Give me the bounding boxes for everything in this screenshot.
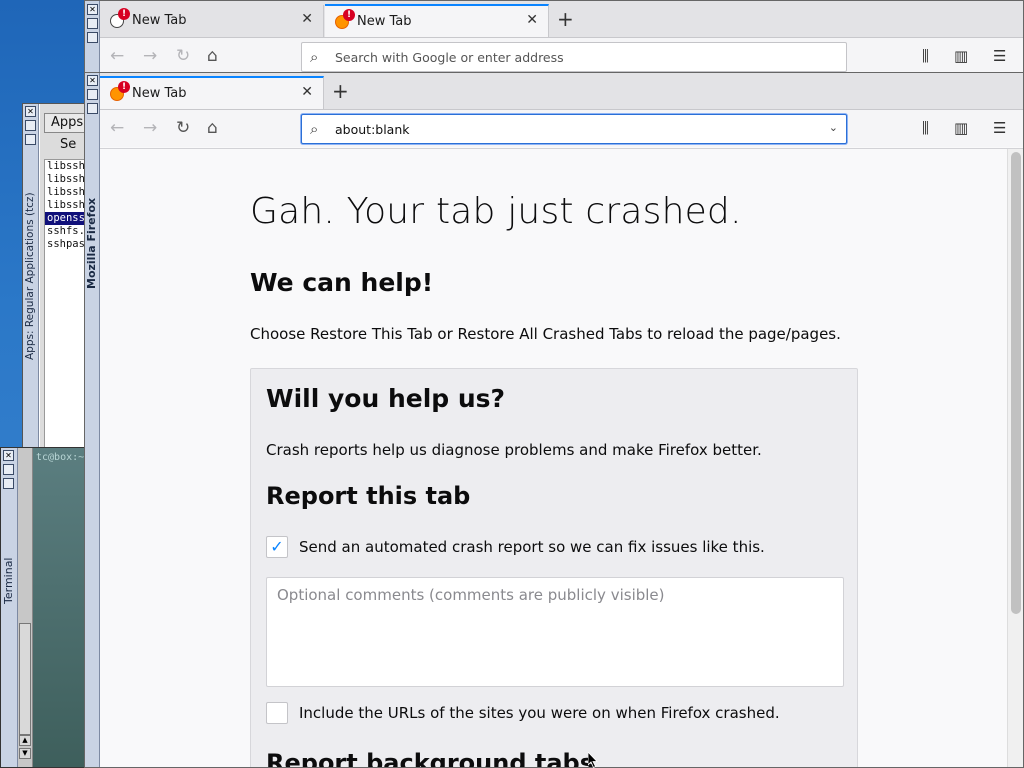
crash-report-card: Will you help us? Crash reports help us … [250, 368, 858, 767]
chevron-down-icon[interactable]: ⌄ [829, 121, 838, 134]
reload-icon[interactable]: ↻ [176, 118, 190, 138]
minimize-icon[interactable] [87, 89, 98, 100]
tab-bar: ! New Tab ✕ + [100, 73, 1023, 110]
maximize-icon[interactable] [87, 103, 98, 114]
apps-window: ✕ Apps: Regular Applications (tcz) Apps … [22, 103, 88, 449]
terminal-titlebar[interactable]: ✕ Terminal [1, 448, 18, 767]
apps-button[interactable]: Apps [44, 113, 88, 133]
close-icon[interactable]: ✕ [25, 106, 36, 117]
terminal-prompt: tc@box:~ [36, 452, 85, 463]
apps-window-title: Apps: Regular Applications (tcz) [24, 192, 36, 360]
help-heading: We can help! [250, 268, 434, 297]
list-item[interactable]: libssh [45, 186, 87, 199]
url-placeholder: Search with Google or enter address [335, 50, 564, 65]
close-icon[interactable]: ✕ [87, 4, 98, 15]
page-scrollbar[interactable] [1007, 149, 1023, 767]
reload-icon[interactable]: ↻ [176, 46, 190, 66]
restore-instructions: Choose Restore This Tab or Restore All C… [250, 325, 841, 343]
send-report-label[interactable]: Send an automated crash report so we can… [299, 538, 765, 556]
url-value[interactable]: about:blank [335, 122, 410, 137]
back-icon[interactable]: ← [110, 118, 124, 138]
forward-icon[interactable]: → [143, 118, 157, 138]
crash-badge-icon: ! [118, 8, 130, 20]
terminal-body[interactable] [33, 448, 84, 767]
list-item-selected[interactable]: openss [45, 212, 87, 225]
terminal-scroll-thumb[interactable] [19, 623, 31, 735]
tab-new-tab-active[interactable]: ! New Tab ✕ [325, 4, 549, 37]
report-tab-heading: Report this tab [266, 482, 471, 510]
url-bar[interactable]: ⌕ about:blank ⌄ [301, 114, 847, 144]
scroll-down-icon[interactable]: ▼ [19, 748, 31, 759]
list-item[interactable]: sshfs. [45, 225, 87, 238]
tab-label: New Tab [132, 86, 187, 101]
menu-icon[interactable]: ☰ [993, 119, 1006, 137]
mouse-cursor-icon [588, 752, 598, 768]
search-icon: ⌕ [310, 120, 319, 138]
crash-reports-text: Crash reports help us diagnose problems … [266, 441, 762, 459]
page-scroll-thumb[interactable] [1011, 152, 1021, 614]
tab-label: New Tab [132, 13, 187, 28]
maximize-icon[interactable] [3, 478, 14, 489]
close-icon[interactable]: ✕ [3, 450, 14, 461]
sidebar-icon[interactable]: ▥ [954, 47, 968, 65]
close-tab-icon[interactable]: ✕ [526, 12, 538, 28]
firefox-window-back: ✕ ! New Tab ✕ ! New Tab ✕ + ← → ↻ ⌂ ⌕ Se… [84, 0, 1024, 75]
list-item[interactable]: sshpas [45, 238, 87, 251]
url-bar[interactable]: ⌕ Search with Google or enter address [301, 42, 847, 72]
apps-window-body: Apps Se libssh libssh libssh libssh open… [40, 104, 88, 449]
new-tab-icon[interactable]: + [332, 79, 349, 103]
report-background-heading: Report background tabs [266, 749, 594, 767]
list-item[interactable]: libssh [45, 173, 87, 186]
terminal-window: ✕ Terminal ▲ ▼ tc@box:~ [0, 447, 85, 768]
maximize-icon[interactable] [25, 134, 36, 145]
nav-bar: ← → ↻ ⌂ ⌕ about:blank ⌄ ⫼ ▥ ☰ [100, 110, 1023, 147]
library-icon[interactable]: ⫼ [922, 119, 929, 137]
scroll-up-icon[interactable]: ▲ [19, 735, 31, 746]
include-urls-label[interactable]: Include the URLs of the sites you were o… [299, 704, 780, 722]
library-icon[interactable]: ⫼ [922, 47, 929, 65]
nav-bar: ← → ↻ ⌂ ⌕ Search with Google or enter ad… [100, 38, 1023, 75]
firefox-window-front: ✕ Mozilla Firefox ! New Tab ✕ + ← → ↻ ⌂ … [84, 72, 1024, 768]
page-title: Gah. Your tab just crashed. [250, 191, 742, 232]
comments-placeholder: Optional comments (comments are publicly… [277, 586, 665, 604]
apps-list[interactable]: libssh libssh libssh libssh openss sshfs… [44, 159, 88, 449]
firefox-back-titlebar[interactable]: ✕ [85, 1, 100, 73]
list-item[interactable]: libssh [45, 199, 87, 212]
sidebar-icon[interactable]: ▥ [954, 119, 968, 137]
crash-page: Gah. Your tab just crashed. We can help!… [100, 148, 1023, 767]
home-icon[interactable]: ⌂ [207, 118, 218, 138]
firefox-window-title: Mozilla Firefox [85, 197, 98, 289]
list-item[interactable]: libssh [45, 160, 87, 173]
comments-textarea[interactable]: Optional comments (comments are publicly… [266, 577, 844, 687]
apps-window-titlebar[interactable]: ✕ Apps: Regular Applications (tcz) [23, 104, 39, 447]
minimize-icon[interactable] [25, 120, 36, 131]
tab-bar: ! New Tab ✕ ! New Tab ✕ + [100, 1, 1023, 38]
crash-badge-icon: ! [343, 9, 355, 21]
home-icon[interactable]: ⌂ [207, 46, 218, 66]
tab-label: New Tab [357, 14, 412, 29]
new-tab-icon[interactable]: + [557, 7, 574, 31]
check-icon: ✓ [270, 537, 284, 556]
minimize-icon[interactable] [87, 18, 98, 29]
back-icon[interactable]: ← [110, 46, 124, 66]
send-report-checkbox[interactable]: ✓ [266, 536, 288, 558]
crash-badge-icon: ! [118, 81, 130, 93]
will-help-heading: Will you help us? [266, 384, 506, 413]
search-icon: ⌕ [310, 48, 319, 66]
terminal-scrollbar[interactable]: ▲ ▼ [18, 448, 33, 767]
close-icon[interactable]: ✕ [87, 75, 98, 86]
terminal-title: Terminal [2, 557, 15, 605]
close-tab-icon[interactable]: ✕ [301, 11, 313, 27]
close-tab-icon[interactable]: ✕ [301, 84, 313, 100]
select-label: Se [60, 137, 77, 152]
menu-icon[interactable]: ☰ [993, 47, 1006, 65]
tab-new-tab-active[interactable]: ! New Tab ✕ [100, 76, 324, 109]
maximize-icon[interactable] [87, 32, 98, 43]
include-urls-checkbox[interactable] [266, 702, 288, 724]
minimize-icon[interactable] [3, 464, 14, 475]
firefox-front-titlebar[interactable]: ✕ Mozilla Firefox [85, 73, 100, 767]
tab-new-tab[interactable]: ! New Tab ✕ [100, 5, 324, 38]
forward-icon[interactable]: → [143, 46, 157, 66]
